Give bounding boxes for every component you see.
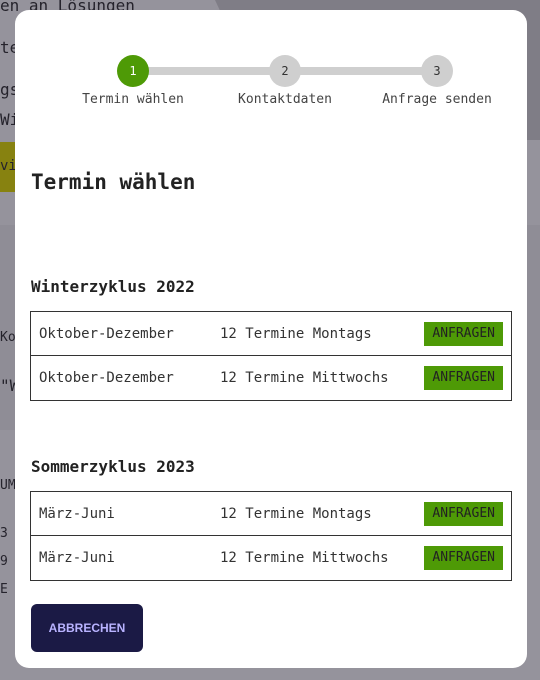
period-cell: Oktober-Dezember — [39, 325, 174, 342]
step-1-indicator: 1 — [117, 55, 149, 87]
appointments-table-summer: März-Juni 12 Termine Montags ANFRAGEN Mä… — [30, 491, 512, 581]
step-2-indicator: 2 — [269, 55, 301, 87]
modal-title: Termin wählen — [31, 170, 196, 194]
appointments-table-winter: Oktober-Dezember 12 Termine Montags ANFR… — [30, 311, 512, 401]
section-title-summer: Sommerzyklus 2023 — [31, 457, 195, 476]
sessions-cell: 12 Termine Mittwochs — [220, 370, 389, 386]
step-1-label: Termin wählen — [82, 92, 184, 107]
sessions-cell: 12 Termine Montags — [220, 325, 372, 342]
table-row: März-Juni 12 Termine Mittwochs ANFRAGEN — [31, 536, 511, 580]
table-row: Oktober-Dezember 12 Termine Mittwochs AN… — [31, 356, 511, 400]
step-3-indicator: 3 — [421, 55, 453, 87]
table-row: März-Juni 12 Termine Montags ANFRAGEN — [31, 492, 511, 536]
request-button[interactable]: ANFRAGEN — [424, 501, 503, 526]
sessions-cell: 12 Termine Montags — [220, 505, 372, 522]
period-cell: Oktober-Dezember — [39, 370, 174, 386]
step-2-label: Kontaktdaten — [238, 92, 332, 107]
request-button[interactable]: ANFRAGEN — [424, 546, 503, 570]
step-3-label: Anfrage senden — [382, 92, 492, 107]
section-title-winter: Winterzyklus 2022 — [31, 277, 195, 296]
sessions-cell: 12 Termine Mittwochs — [220, 550, 389, 566]
period-cell: März-Juni — [39, 505, 115, 522]
progress-stepper: 1 2 3 Termin wählen Kontaktdaten Anfrage… — [15, 10, 527, 130]
table-row: Oktober-Dezember 12 Termine Montags ANFR… — [31, 312, 511, 356]
booking-modal: 1 2 3 Termin wählen Kontaktdaten Anfrage… — [15, 10, 527, 668]
request-button[interactable]: ANFRAGEN — [424, 366, 503, 390]
request-button[interactable]: ANFRAGEN — [424, 321, 503, 346]
cancel-button[interactable]: ABBRECHEN — [31, 604, 143, 652]
period-cell: März-Juni — [39, 550, 115, 566]
